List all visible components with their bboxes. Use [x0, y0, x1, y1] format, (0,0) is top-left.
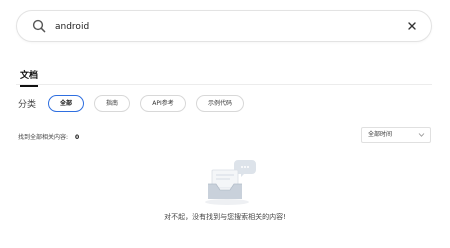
result-count-value: 0 [75, 134, 80, 141]
category-filters: 全部 指南 API参考 示例代码 [48, 95, 244, 112]
result-count-label: 找到全部相关内容: [18, 134, 69, 141]
time-filter-value: 全部时间 [368, 131, 393, 138]
empty-state-message: 对不起，没有找到与您搜索相关的内容! [164, 213, 286, 221]
search-bar [16, 10, 432, 42]
category-label: 分类 [18, 100, 37, 110]
tabs-divider [16, 84, 432, 85]
search-icon [32, 19, 46, 33]
filter-chip-api-reference[interactable]: API参考 [140, 95, 186, 112]
chevron-down-icon [418, 133, 425, 137]
search-input[interactable] [55, 18, 395, 36]
result-count: 找到全部相关内容: 0 [18, 132, 79, 141]
filter-chip-guide[interactable]: 指南 [94, 95, 130, 112]
close-icon [408, 22, 416, 30]
empty-inbox-illustration [205, 160, 256, 205]
filter-chip-all[interactable]: 全部 [48, 95, 84, 112]
clear-search-button[interactable] [405, 19, 419, 33]
filter-chip-sample-code[interactable]: 示例代码 [196, 95, 244, 112]
time-filter-select[interactable]: 全部时间 [361, 127, 431, 143]
